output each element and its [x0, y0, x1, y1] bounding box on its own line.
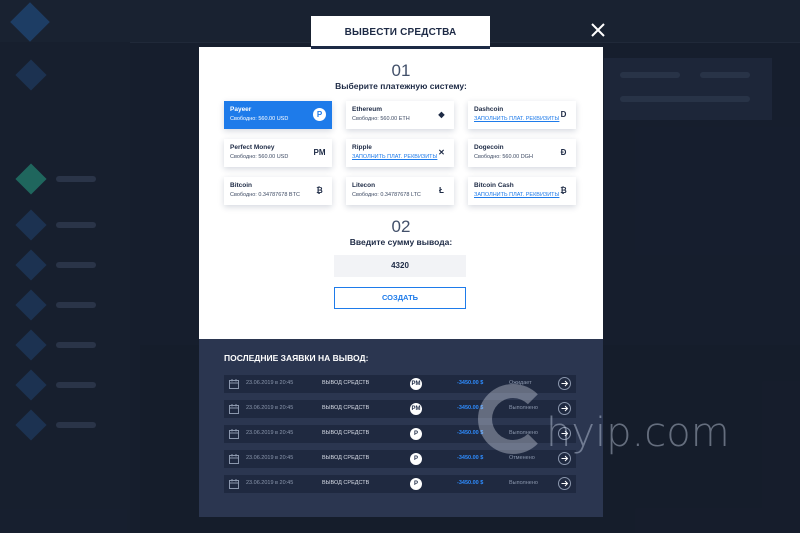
step1-title: Выберите платежную систему: — [335, 81, 467, 91]
dashcoin-icon: D — [560, 110, 567, 119]
payeer-icon: P — [410, 428, 422, 440]
payment-name: Bitcoin — [230, 182, 253, 189]
ethereum-icon: ◆ — [438, 110, 445, 119]
table-row: 23.06.2019 в 20:45 ВЫВОД СРЕДСТВ P -3450… — [224, 475, 576, 493]
payeer-icon: P — [410, 478, 422, 490]
request-label: ВЫВОД СРЕДСТВ — [322, 480, 370, 486]
payment-card-perfect-money[interactable]: Perfect Money Свободно: 560.00 USD PM — [224, 139, 332, 167]
request-status: Отменено — [509, 455, 535, 461]
ripple-icon: ✕ — [438, 148, 445, 157]
request-amount: -3450.00 $ — [457, 455, 484, 461]
payment-balance: Свободно: 0.34787678 BTC — [230, 192, 300, 198]
perfect-money-icon: PM — [313, 148, 326, 157]
request-status: Выполнено — [509, 480, 538, 486]
payment-card-litecoin[interactable]: Litecon Свободно: 0.34787678 LTC Ł — [346, 177, 454, 205]
tab-withdraw[interactable]: ВЫВЕСТИ СРЕДСТВА — [311, 16, 490, 49]
payment-card-bitcoin-cash[interactable]: Bitcoin Cash ЗАПОЛНИТЬ ПЛАТ. РЕКВИЗИТЫ ₿ — [468, 177, 576, 205]
request-details-button[interactable] — [558, 377, 571, 390]
close-icon — [591, 23, 605, 37]
step1-number: 01 — [391, 61, 411, 80]
request-label: ВЫВОД СРЕДСТВ — [322, 380, 370, 386]
calendar-icon — [229, 379, 239, 389]
step2-title: Введите сумму вывода: — [349, 237, 453, 247]
payment-balance: Свободно: 560.00 USD — [230, 116, 289, 122]
request-label: ВЫВОД СРЕДСТВ — [322, 455, 370, 461]
payment-name: Litecon — [352, 182, 376, 189]
payment-name: Ripple — [352, 144, 372, 151]
request-amount: -3450.00 $ — [457, 480, 484, 486]
arrow-right-icon — [561, 480, 569, 487]
payment-card-ethereum[interactable]: Ethereum Свободно: 560.00 ETH ◆ — [346, 101, 454, 129]
request-details-button[interactable] — [558, 477, 571, 490]
fill-details-link[interactable]: ЗАПОЛНИТЬ ПЛАТ. РЕКВИЗИТЫ — [474, 192, 559, 198]
table-row: 23.06.2019 в 20:45 ВЫВОД СРЕДСТВ P -3450… — [224, 450, 576, 468]
close-button[interactable] — [586, 18, 610, 42]
watermark-logo-icon — [478, 384, 548, 454]
payeer-icon: P — [313, 108, 326, 121]
bitcoin-icon: ₿ — [316, 186, 323, 195]
payment-balance: Свободно: 0.34787678 LTC — [352, 192, 421, 198]
calendar-icon — [229, 479, 239, 489]
watermark-text: hyip.com — [546, 410, 730, 456]
request-date: 23.06.2019 в 20:45 — [246, 405, 294, 411]
payment-card-ripple[interactable]: Ripple ЗАПОЛНИТЬ ПЛАТ. РЕКВИЗИТЫ ✕ — [346, 139, 454, 167]
request-label: ВЫВОД СРЕДСТВ — [322, 405, 370, 411]
recent-requests-title: ПОСЛЕДНИЕ ЗАЯВКИ НА ВЫВОД: — [224, 353, 369, 363]
request-label: ВЫВОД СРЕДСТВ — [322, 430, 370, 436]
calendar-icon — [229, 454, 239, 464]
create-button[interactable]: СОЗДАТЬ — [334, 287, 466, 309]
amount-input[interactable]: 4320 — [334, 255, 466, 277]
dogecoin-icon: Ð — [560, 148, 567, 157]
fill-details-link[interactable]: ЗАПОЛНИТЬ ПЛАТ. РЕКВИЗИТЫ — [352, 154, 437, 160]
payment-card-bitcoin[interactable]: Bitcoin Свободно: 0.34787678 BTC ₿ — [224, 177, 332, 205]
payment-name: Dogecoin — [474, 144, 504, 151]
payeer-icon: P — [410, 453, 422, 465]
payment-balance: Свободно: 560.00 ETH — [352, 116, 410, 122]
request-date: 23.06.2019 в 20:45 — [246, 480, 294, 486]
request-date: 23.06.2019 в 20:45 — [246, 455, 294, 461]
calendar-icon — [229, 404, 239, 414]
payment-card-dogecoin[interactable]: Dogecoin Свободно: 560.00 DGH Ð — [468, 139, 576, 167]
payment-name: Bitcoin Cash — [474, 182, 514, 189]
litecoin-icon: Ł — [439, 186, 444, 195]
fill-details-link[interactable]: ЗАПОЛНИТЬ ПЛАТ. РЕКВИЗИТЫ — [474, 116, 559, 122]
payment-card-dashcoin[interactable]: Dashcoin ЗАПОЛНИТЬ ПЛАТ. РЕКВИЗИТЫ D — [468, 101, 576, 129]
payment-card-payeer[interactable]: Payeer Свободно: 560.00 USD P — [224, 101, 332, 129]
step2-number: 02 — [391, 217, 411, 236]
payment-name: Perfect Money — [230, 144, 275, 151]
request-date: 23.06.2019 в 20:45 — [246, 380, 294, 386]
payment-name: Payeer — [230, 106, 252, 113]
calendar-icon — [229, 429, 239, 439]
perfect-money-icon: PM — [410, 403, 422, 415]
request-date: 23.06.2019 в 20:45 — [246, 430, 294, 436]
payment-balance: Свободно: 560.00 USD — [230, 154, 289, 160]
payment-name: Dashcoin — [474, 106, 504, 113]
payment-name: Ethereum — [352, 106, 382, 113]
bitcoin-cash-icon: ₿ — [560, 186, 567, 195]
perfect-money-icon: PM — [410, 378, 422, 390]
payment-balance: Свободно: 560.00 DGH — [474, 154, 533, 160]
request-amount: -3450.00 $ — [457, 380, 484, 386]
arrow-right-icon — [561, 380, 569, 387]
